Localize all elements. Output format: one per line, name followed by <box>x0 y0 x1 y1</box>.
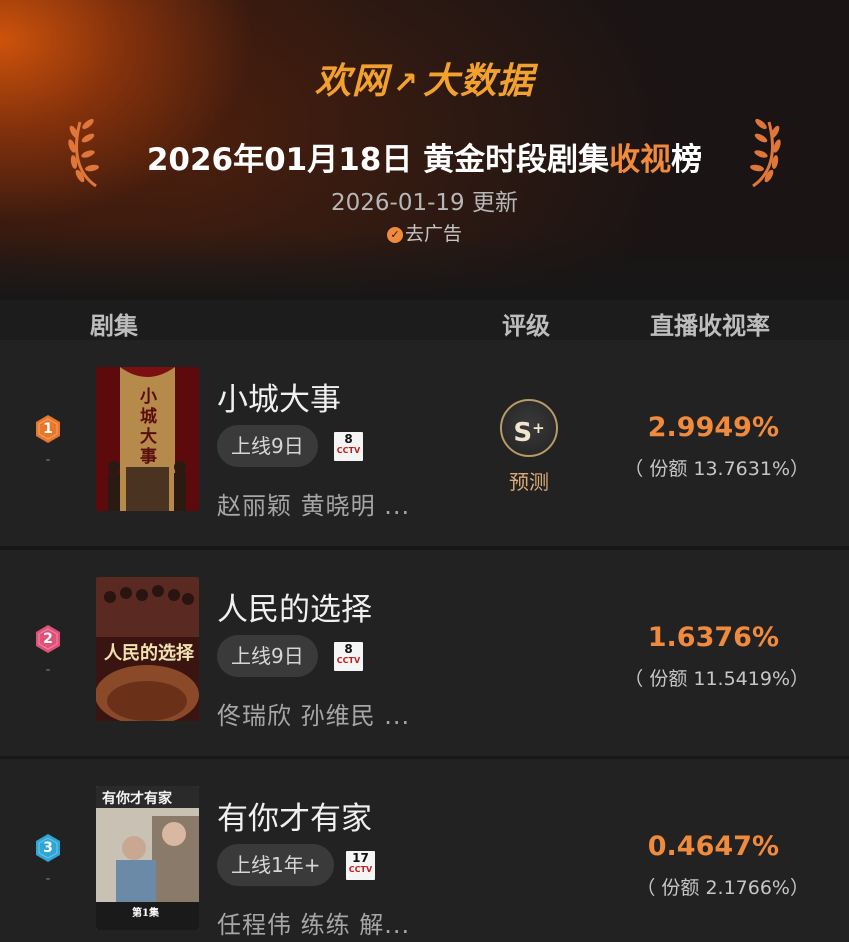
poster-image[interactable]: 人民的选择 <box>96 577 199 721</box>
rank-badge: 2 <box>33 624 63 654</box>
poster-image[interactable]: 有你才有家 第1集 <box>96 786 199 930</box>
rank-badge: 1 <box>33 414 63 444</box>
update-date: 2026-01-19 更新 <box>331 190 518 216</box>
drama-title[interactable]: 小城大事 <box>217 374 341 419</box>
rank-change: - <box>45 871 51 887</box>
grade-badge: S+ <box>500 399 558 457</box>
cctv-channel-logo: 17 CCTV <box>346 851 375 880</box>
cast-list: 佟瑞欣 孙维民 ... <box>217 702 411 730</box>
rating-value: 1.6376% <box>647 622 779 653</box>
logo-arrow-icon: ↗ <box>392 66 420 101</box>
poster-episode-label: 第1集 <box>132 908 159 919</box>
rank-badge: 3 <box>33 833 63 863</box>
grade-label: 预测 <box>509 470 549 494</box>
column-rating: 直播收视率 <box>650 312 770 340</box>
poster-title: 小城大事 <box>140 387 157 467</box>
days-online-badge: 上线1年+ <box>217 844 335 886</box>
drama-title[interactable]: 有你才有家 <box>217 793 372 838</box>
days-online-badge: 上线9日 <box>217 635 318 677</box>
column-grade: 评级 <box>502 312 550 340</box>
poster-title: 人民的选择 <box>104 643 194 664</box>
share-value: （ 份额 2.1766%） <box>636 877 809 899</box>
laurel-right-icon <box>750 118 781 188</box>
poster-image[interactable]: 小城大事 <box>96 367 199 511</box>
remove-ads-button[interactable]: ✓ 去广告 <box>0 219 849 246</box>
cctv-channel-logo: 8 CCTV <box>334 642 363 671</box>
column-header: 剧集 评级 直播收视率 <box>0 300 849 340</box>
poster-title: 有你才有家 <box>102 791 172 807</box>
rating-value: 0.4647% <box>647 831 779 862</box>
rank-change: - <box>45 452 51 468</box>
list-item[interactable]: 2 - 人民的选择 人民的选择 上线9日 8 CCTV 佟瑞欣 孙维民 ... 1… <box>0 550 849 756</box>
huan-bigdata-logo: 欢网 ↗ 大数据 <box>314 61 535 102</box>
header-banner: 欢网 ↗ 大数据 2026年01月18日 黄金时段剧集收视榜 2026-01-19 … <box>0 0 849 300</box>
share-value: （ 份额 13.7631%） <box>624 458 809 480</box>
cast-list: 任程伟 练练 解... <box>217 911 411 939</box>
page-title: 2026年01月18日 黄金时段剧集收视榜 <box>146 142 703 178</box>
days-online-badge: 上线9日 <box>217 425 318 467</box>
list-item[interactable]: 1 - 小城大事 小城大事 上线9日 8 CCTV 赵丽颖 黄晓明 ... S+ … <box>0 340 849 546</box>
rating-value: 2.9949% <box>647 412 779 443</box>
share-value: （ 份额 11.5419%） <box>624 668 809 690</box>
drama-title[interactable]: 人民的选择 <box>217 584 372 629</box>
list-item[interactable]: 3 - 有你才有家 第1集 有你才有家 上线1年+ 17 CCTV 任程伟 练练 … <box>0 759 849 942</box>
cast-list: 赵丽颖 黄晓明 ... <box>217 492 411 520</box>
check-icon: ✓ <box>386 227 403 243</box>
column-drama: 剧集 <box>90 312 138 340</box>
cctv-channel-logo: 8 CCTV <box>334 432 363 461</box>
rank-change: - <box>45 662 51 678</box>
